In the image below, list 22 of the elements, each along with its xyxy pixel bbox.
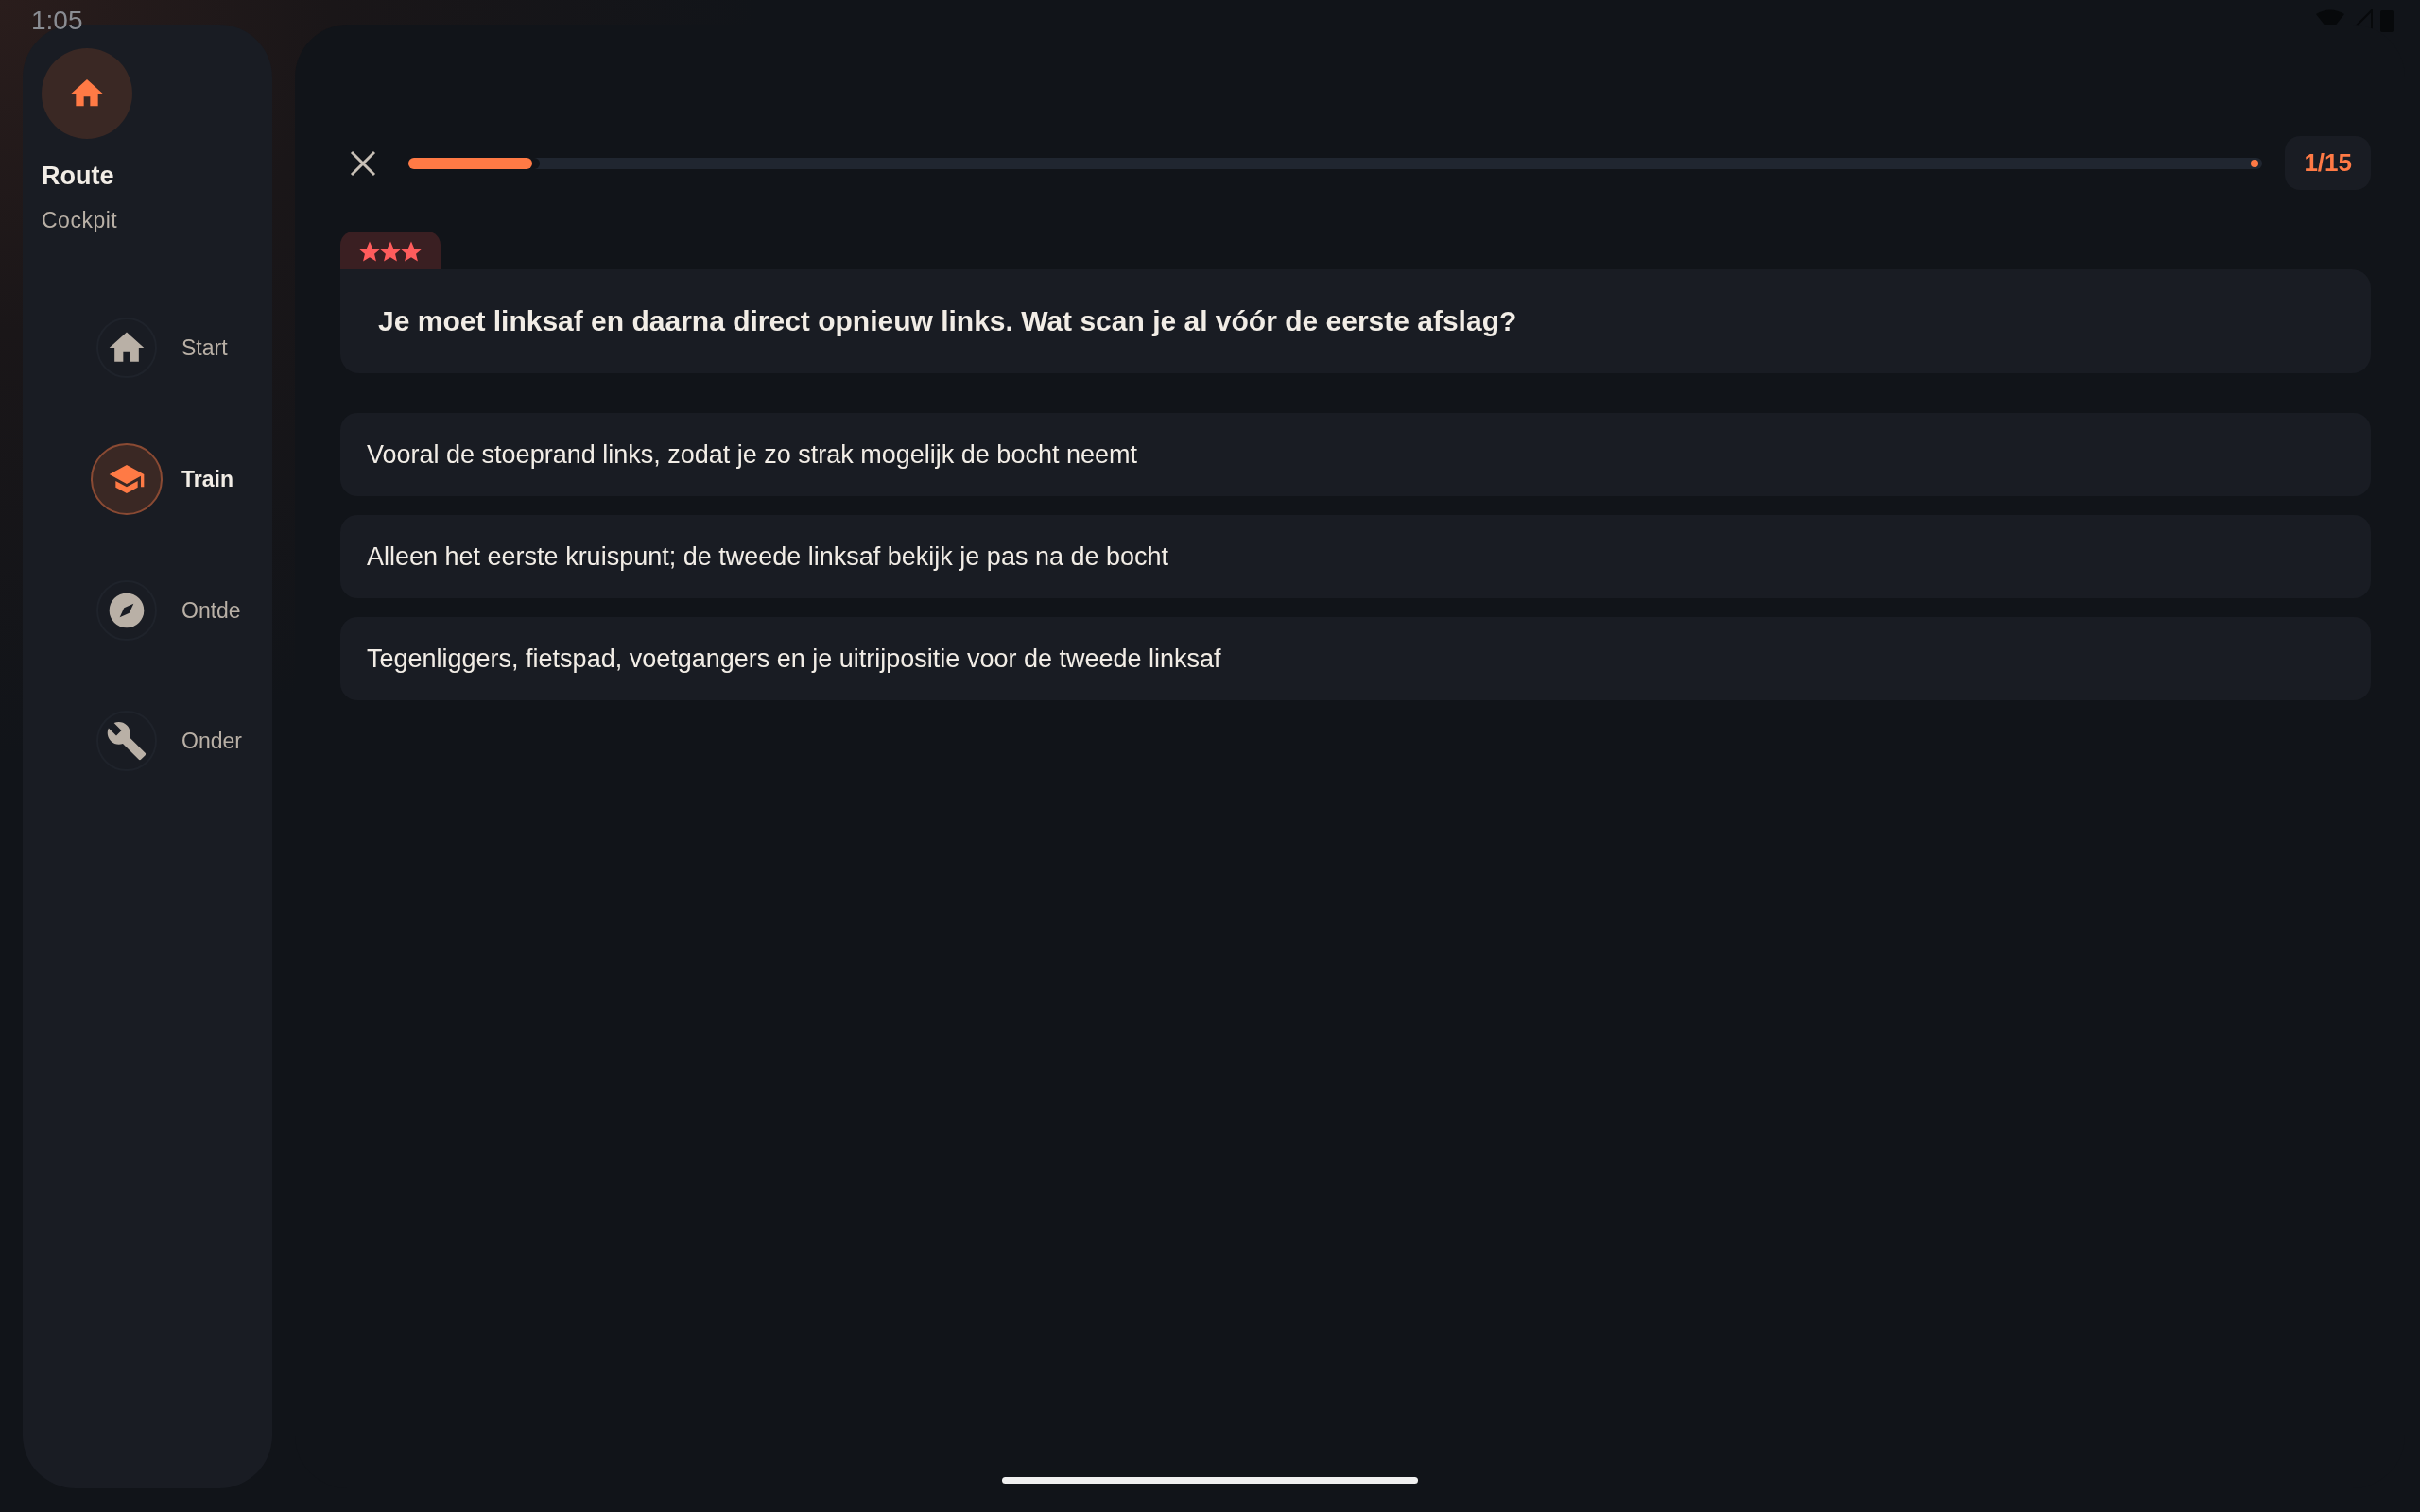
answer-option[interactable]: Alleen het eerste kruispunt; de tweede linksaf bekijk je pas na de bocht <box>340 515 2371 598</box>
status-time: 1:05 <box>31 6 83 36</box>
question-counter: 1/15 <box>2285 136 2371 190</box>
answer-option[interactable]: Tegenliggers, fietspad, voetgangers en je uitrijpositie voor de tweede linksaf <box>340 617 2371 700</box>
nav-item[interactable]: Start <box>42 283 272 413</box>
nav-item[interactable]: Train <box>42 413 272 545</box>
star-icon <box>359 241 380 262</box>
app-subtitle: Cockpit <box>42 208 119 233</box>
close-icon <box>349 148 377 178</box>
nav-label: Ontde <box>182 597 242 624</box>
nav-label: Onder <box>182 728 243 754</box>
star-icon <box>401 241 422 262</box>
wrench-icon <box>106 720 147 762</box>
app-title: Route <box>42 162 115 191</box>
nav-item[interactable]: Onder <box>42 676 272 806</box>
star-icon <box>380 241 401 262</box>
nav-label: Start <box>182 335 229 361</box>
question-text: Je moet linksaf en daarna direct opnieuw links. Wat scan je al vóór de eerste afslag? <box>340 269 2371 373</box>
answer-option[interactable]: Vooral de stoeprand links, zodat je zo strak mogelijk de bocht neemt <box>340 413 2371 496</box>
nav-label: Train <box>182 466 234 492</box>
nav-item[interactable]: Ontde <box>42 545 272 676</box>
progress-end-dot <box>2251 159 2259 167</box>
